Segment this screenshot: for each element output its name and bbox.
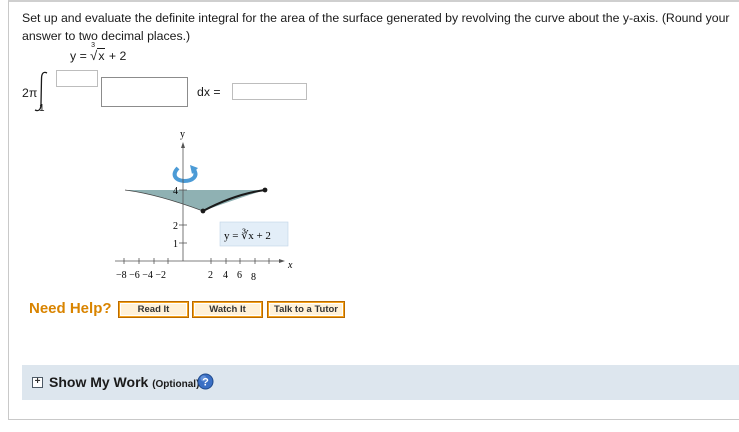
need-help-title: Need Help? xyxy=(29,300,112,317)
x-tick-labels-negative: −8 −6 −4 −2 xyxy=(116,270,166,281)
y-tick-1: 1 xyxy=(173,239,178,250)
talk-to-tutor-button[interactable]: Talk to a Tutor xyxy=(267,301,345,318)
curve-start-point xyxy=(200,208,206,214)
integrand-input[interactable] xyxy=(101,77,188,107)
surface-graph: y x 4 2 1 −8 −6 −4 −2 2 4 6 8 y = ∛x + 2 xyxy=(115,129,293,283)
x-axis-label: x xyxy=(287,260,293,271)
x-tick-4: 4 xyxy=(223,270,228,281)
y-axis-arrow-icon xyxy=(181,142,185,148)
cube-root: 3 √x xyxy=(90,42,106,63)
watch-it-label: Watch It xyxy=(194,303,261,316)
dx-label: dx = xyxy=(197,85,221,99)
question-circle-icon[interactable]: ? xyxy=(197,373,214,390)
radicand: x xyxy=(97,48,106,63)
function-expression: y = 3 √x + 2 xyxy=(70,42,127,63)
show-my-work-bar[interactable]: + Show My Work (Optional) ? xyxy=(22,365,739,400)
question-text: Set up and evaluate the definite integra… xyxy=(22,11,730,43)
function-rest: + 2 xyxy=(108,49,127,63)
function-lhs: y = xyxy=(70,49,87,63)
y-axis-label: y xyxy=(180,129,185,140)
upper-limit-input[interactable] xyxy=(56,70,98,87)
show-my-work-label[interactable]: Show My Work (Optional) xyxy=(49,374,199,390)
watch-it-button[interactable]: Watch It xyxy=(192,301,263,318)
x-axis-arrow-icon xyxy=(279,259,285,263)
lower-limit: 1 xyxy=(39,103,45,114)
root-index: 3 xyxy=(91,42,96,49)
read-it-label: Read It xyxy=(120,303,187,316)
y-tick-2: 2 xyxy=(173,221,178,232)
x-tick-2: 2 xyxy=(208,270,213,281)
x-tick-6: 6 xyxy=(237,270,242,281)
expand-icon[interactable]: + xyxy=(32,377,43,388)
show-my-work-text: Show My Work xyxy=(49,374,149,390)
curve-label: y = ∛x + 2 xyxy=(224,228,271,242)
y-tick-4: 4 xyxy=(173,186,178,197)
read-it-button[interactable]: Read It xyxy=(118,301,189,318)
svg-text:?: ? xyxy=(202,377,209,389)
talk-to-tutor-label: Talk to a Tutor xyxy=(269,303,343,316)
answer-input[interactable] xyxy=(232,83,307,100)
curve-end-point xyxy=(262,187,268,193)
optional-text: (Optional) xyxy=(152,379,200,390)
x-tick-8: 8 xyxy=(251,272,256,283)
